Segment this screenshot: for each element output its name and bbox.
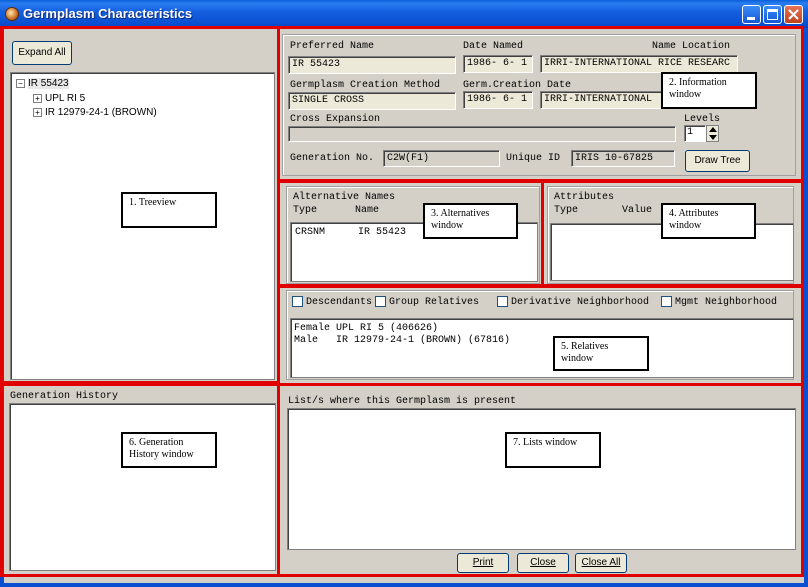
spin-up-icon[interactable] — [709, 127, 717, 133]
name-location-label: Name Location — [652, 41, 731, 52]
checkbox-icon[interactable] — [292, 296, 303, 307]
alternatives-col-type: Type — [293, 205, 318, 216]
name-location-field[interactable]: IRRI-INTERNATIONAL RICE RESEARC — [540, 55, 738, 73]
creation-method-label: Germplasm Creation Method — [290, 80, 441, 91]
draw-tree-button[interactable]: Draw Tree — [685, 150, 750, 172]
descendants-checkbox[interactable]: Descendants — [292, 296, 372, 308]
alternatives-title: Alternative Names — [293, 192, 396, 203]
print-button[interactable]: Print — [457, 553, 509, 573]
unique-id-label: Unique ID — [506, 153, 561, 164]
minimize-icon — [747, 17, 755, 20]
collapse-minus-icon[interactable]: − — [16, 78, 25, 88]
group-relatives-checkbox[interactable]: Group Relatives — [375, 296, 479, 308]
levels-input[interactable]: 1 — [684, 125, 706, 142]
callout-generation-history: 6. Generation History window — [121, 432, 217, 468]
unique-id-field[interactable]: IRIS 10-67825 — [571, 150, 675, 167]
mgmt-label: Mgmt Neighborhood — [675, 297, 778, 309]
attributes-title: Attributes — [554, 192, 615, 203]
tree-node-child[interactable]: + UPL RI 5 — [33, 93, 85, 104]
attributes-col-type: Type — [554, 205, 579, 216]
relative-female: Female UPL RI 5 (406626) — [294, 323, 439, 334]
expand-plus-icon[interactable]: + — [33, 93, 42, 103]
callout-relatives: 5. Relatives window — [553, 336, 649, 371]
checkbox-icon[interactable] — [375, 296, 386, 307]
maximize-button[interactable] — [763, 5, 782, 24]
generation-no-label: Generation No. — [290, 153, 375, 164]
expand-all-button[interactable]: Expand All — [12, 41, 72, 65]
callout-treeview: 1. Treeview — [121, 192, 217, 228]
creation-method-field[interactable]: SINGLE CROSS — [288, 92, 456, 110]
generation-history-title: Generation History — [10, 391, 119, 402]
alternatives-col-name: Name — [355, 205, 380, 216]
date-named-field[interactable]: 1986- 6- 1 — [463, 55, 533, 73]
callout-alternatives: 3. Alternatives window — [423, 203, 518, 239]
checkbox-icon[interactable] — [661, 296, 672, 307]
spin-down-icon[interactable] — [709, 135, 717, 141]
alternative-name: IR 55423 — [358, 227, 407, 238]
preferred-name-field[interactable]: IR 55423 — [288, 56, 456, 74]
minimize-button[interactable] — [742, 5, 761, 24]
creation-date-field[interactable]: 1986- 6- 1 — [463, 91, 533, 109]
expand-plus-icon[interactable]: + — [33, 107, 42, 117]
alternative-type: CRSNM — [295, 227, 326, 238]
lists-list[interactable] — [287, 408, 796, 550]
generation-history-list[interactable] — [9, 403, 276, 571]
group-relatives-label: Group Relatives — [389, 297, 480, 309]
descendants-label: Descendants — [306, 297, 373, 309]
cross-expansion-field[interactable] — [288, 126, 676, 142]
generation-no-field[interactable]: C2W(F1) — [383, 150, 500, 167]
callout-information: 2. Information window — [661, 72, 757, 109]
creation-date-label: Germ.Creation Date — [463, 80, 572, 91]
mgmt-checkbox[interactable]: Mgmt Neighborhood — [661, 296, 777, 308]
title-bar[interactable]: Germplasm Characteristics — [0, 0, 808, 28]
callout-attributes: 4. Attributes window — [661, 203, 756, 239]
relatives-list[interactable]: Female UPL RI 5 (406626) Male IR 12979-2… — [290, 318, 794, 378]
close-list-button[interactable]: Close — [517, 553, 569, 573]
preferred-name-label: Preferred Name — [290, 41, 375, 52]
close-all-button[interactable]: Close All — [575, 553, 627, 573]
close-icon — [788, 9, 799, 20]
derivative-checkbox[interactable]: Derivative Neighborhood — [497, 296, 649, 308]
relative-male: Male IR 12979-24-1 (BROWN) (67816) — [294, 335, 511, 346]
close-button[interactable] — [784, 5, 803, 24]
window-title: Germplasm Characteristics — [23, 6, 193, 21]
tree-node-child[interactable]: + IR 12979-24-1 (BROWN) — [33, 107, 157, 118]
levels-spinner[interactable] — [706, 125, 719, 142]
app-icon[interactable] — [5, 7, 19, 21]
levels-label: Levels — [684, 114, 721, 125]
attributes-col-value: Value — [622, 205, 653, 216]
callout-lists: 7. Lists window — [505, 432, 601, 468]
tree-node-root[interactable]: − IR 55423 — [16, 78, 69, 89]
cross-expansion-label: Cross Expansion — [290, 114, 381, 125]
date-named-label: Date Named — [463, 41, 524, 52]
derivative-label: Derivative Neighborhood — [511, 297, 650, 309]
maximize-icon — [767, 9, 778, 20]
checkbox-icon[interactable] — [497, 296, 508, 307]
lists-title: List/s where this Germplasm is present — [288, 396, 517, 407]
